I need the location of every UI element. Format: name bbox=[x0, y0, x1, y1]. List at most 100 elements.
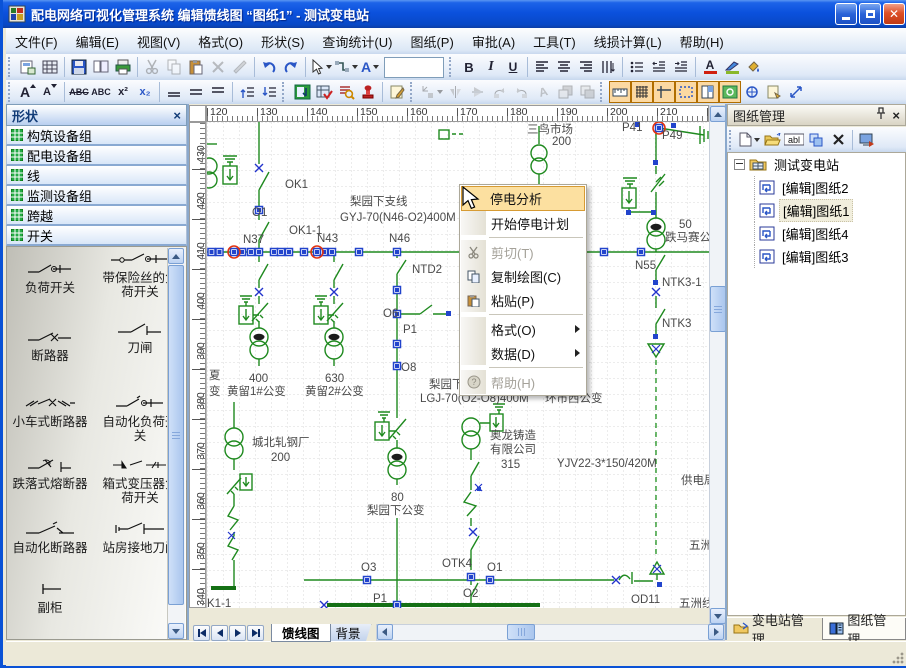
send-backward-button[interactable] bbox=[576, 81, 598, 103]
indent-button[interactable] bbox=[670, 56, 692, 78]
shape-group-distribution[interactable]: 配电设备组 bbox=[6, 146, 187, 166]
shape-load-switch[interactable]: 负荷开关 bbox=[11, 259, 89, 295]
scroll-up-button[interactable] bbox=[168, 248, 184, 264]
menu-query-stats[interactable]: 查询统计(U) bbox=[313, 29, 401, 54]
no-strikethrough-button[interactable]: ABC bbox=[90, 81, 112, 103]
menu-item-format[interactable]: 格式(O) bbox=[461, 317, 585, 341]
new-drawing-button[interactable] bbox=[17, 56, 39, 78]
close-button[interactable]: ✕ bbox=[883, 3, 905, 25]
shape-group-monitoring[interactable]: 监测设备组 bbox=[6, 186, 187, 206]
drawings-panel-close-icon[interactable]: × bbox=[892, 108, 900, 123]
strikethrough-button[interactable]: ABC bbox=[68, 81, 90, 103]
drawing-canvas[interactable]: 三鸟市场 200 P41 P49 OK1 梨园下支线 GYJ-70(N46-O2… bbox=[206, 122, 710, 608]
tree-item-sheet3[interactable]: [编辑]图纸3 bbox=[728, 245, 905, 268]
shape-circuit-breaker[interactable]: 断路器 bbox=[11, 327, 89, 363]
line-color-button[interactable] bbox=[721, 56, 743, 78]
rotate-left-button[interactable] bbox=[488, 81, 510, 103]
marquee-toggle-button[interactable] bbox=[675, 81, 697, 103]
bold-button[interactable]: B bbox=[458, 56, 480, 78]
delete-button[interactable] bbox=[207, 56, 229, 78]
italic-button[interactable]: I bbox=[480, 56, 502, 78]
menu-edit[interactable]: 编辑(E) bbox=[67, 29, 128, 54]
underline-button[interactable]: U bbox=[502, 56, 524, 78]
scroll-down-button[interactable] bbox=[168, 623, 184, 639]
menu-item-help[interactable]: ? 帮助(H) bbox=[461, 370, 585, 394]
tree-root-substation[interactable]: 测试变电站 bbox=[728, 153, 905, 176]
tree-collapse-icon[interactable] bbox=[734, 159, 745, 170]
flip-vertical-button[interactable] bbox=[466, 81, 488, 103]
canvas-scroll-down-button[interactable] bbox=[710, 608, 726, 624]
para-spacing-down-button[interactable] bbox=[258, 81, 280, 103]
copy-sheet-button[interactable] bbox=[805, 129, 827, 151]
shapes-panel-close-icon[interactable]: × bbox=[173, 108, 181, 123]
stamp-button[interactable] bbox=[357, 81, 379, 103]
save-button[interactable] bbox=[68, 56, 90, 78]
shape-group-switches[interactable]: 开关 bbox=[6, 226, 187, 246]
print-preview-button[interactable] bbox=[90, 56, 112, 78]
menu-item-paste[interactable]: 粘贴(P) bbox=[461, 288, 585, 312]
resize-grip[interactable] bbox=[891, 651, 904, 664]
table-check-button[interactable] bbox=[313, 81, 335, 103]
menu-item-copy-drawing[interactable]: 复制绘图(C) bbox=[461, 264, 585, 288]
text-tool-button[interactable]: A bbox=[359, 56, 381, 78]
minimize-button[interactable] bbox=[835, 3, 857, 25]
title-bar[interactable]: 配电网络可视化管理系统 编辑馈线图 “图纸1” - 测试变电站 ✕ bbox=[3, 0, 906, 28]
menu-approve[interactable]: 审批(A) bbox=[463, 29, 524, 54]
connector-tool-button[interactable] bbox=[333, 56, 359, 78]
pointer-tool-button[interactable] bbox=[309, 56, 333, 78]
font-combo[interactable] bbox=[384, 57, 444, 78]
canvas-hscroll-thumb[interactable] bbox=[507, 624, 535, 640]
menu-file[interactable]: 文件(F) bbox=[6, 29, 67, 54]
note-edit-button[interactable] bbox=[386, 81, 408, 103]
last-sheet-button[interactable] bbox=[247, 625, 264, 641]
toolbar-grip[interactable] bbox=[600, 82, 607, 102]
tab-background[interactable]: 背景 bbox=[325, 624, 372, 642]
align-center-button[interactable] bbox=[553, 56, 575, 78]
rotate-text-button[interactable]: A bbox=[532, 81, 554, 103]
undo-button[interactable] bbox=[258, 56, 280, 78]
connection-points-button[interactable] bbox=[785, 81, 807, 103]
shape-aux-cabinet[interactable]: 副柜 bbox=[11, 579, 89, 615]
maximize-button[interactable] bbox=[859, 3, 881, 25]
toolbar-grip[interactable] bbox=[410, 82, 417, 102]
line-spacing-1-button[interactable] bbox=[163, 81, 185, 103]
vertical-text-button[interactable] bbox=[597, 56, 619, 78]
grow-font-button[interactable]: A bbox=[17, 81, 39, 103]
menu-view[interactable]: 视图(V) bbox=[128, 29, 189, 54]
rename-sheet-button[interactable]: abl bbox=[783, 129, 805, 151]
bullets-button[interactable] bbox=[626, 56, 648, 78]
tree-item-sheet2[interactable]: [编辑]图纸2 bbox=[728, 176, 905, 199]
shape-group-structures[interactable]: 构筑设备组 bbox=[6, 126, 187, 146]
zoom-pan-button[interactable] bbox=[741, 81, 763, 103]
print-button[interactable] bbox=[112, 56, 134, 78]
toolbar-grip[interactable] bbox=[729, 130, 736, 150]
copy-button[interactable] bbox=[163, 56, 185, 78]
flip-horizontal-button[interactable] bbox=[444, 81, 466, 103]
menu-line-loss[interactable]: 线损计算(L) bbox=[585, 29, 671, 54]
scroll-thumb[interactable] bbox=[168, 265, 184, 605]
pin-icon[interactable] bbox=[873, 107, 885, 123]
menu-tools[interactable]: 工具(T) bbox=[524, 29, 585, 54]
redo-button[interactable] bbox=[280, 56, 302, 78]
rotate-menu-button[interactable] bbox=[419, 81, 444, 103]
next-sheet-button[interactable] bbox=[229, 625, 246, 641]
shape-dropout-fuse[interactable]: 跌落式熔断器 bbox=[11, 455, 89, 491]
rotate-right-button[interactable] bbox=[510, 81, 532, 103]
align-right-button[interactable] bbox=[575, 56, 597, 78]
prev-sheet-button[interactable] bbox=[211, 625, 228, 641]
menu-drawing[interactable]: 图纸(P) bbox=[401, 29, 462, 54]
shape-group-lines[interactable]: 线 bbox=[6, 166, 187, 186]
paste-button[interactable] bbox=[185, 56, 207, 78]
ruler-toggle-button[interactable] bbox=[609, 81, 631, 103]
tab-substation-manager[interactable]: 变电站管理 bbox=[727, 618, 822, 639]
canvas-vscrollbar[interactable] bbox=[709, 105, 726, 625]
shape-auto-breaker[interactable]: 自动化断路器 bbox=[11, 519, 89, 555]
canvas-scroll-up-button[interactable] bbox=[710, 106, 726, 122]
doc-find-button[interactable] bbox=[335, 81, 357, 103]
superscript-button[interactable]: x² bbox=[112, 81, 134, 103]
tree-item-sheet4[interactable]: [编辑]图纸4 bbox=[728, 222, 905, 245]
subscript-button[interactable]: x₂ bbox=[134, 81, 156, 103]
shape-trolley-breaker[interactable]: 小车式断路器 bbox=[11, 393, 89, 429]
toolbar-grip[interactable] bbox=[8, 82, 15, 102]
delete-sheet-button[interactable] bbox=[827, 129, 849, 151]
